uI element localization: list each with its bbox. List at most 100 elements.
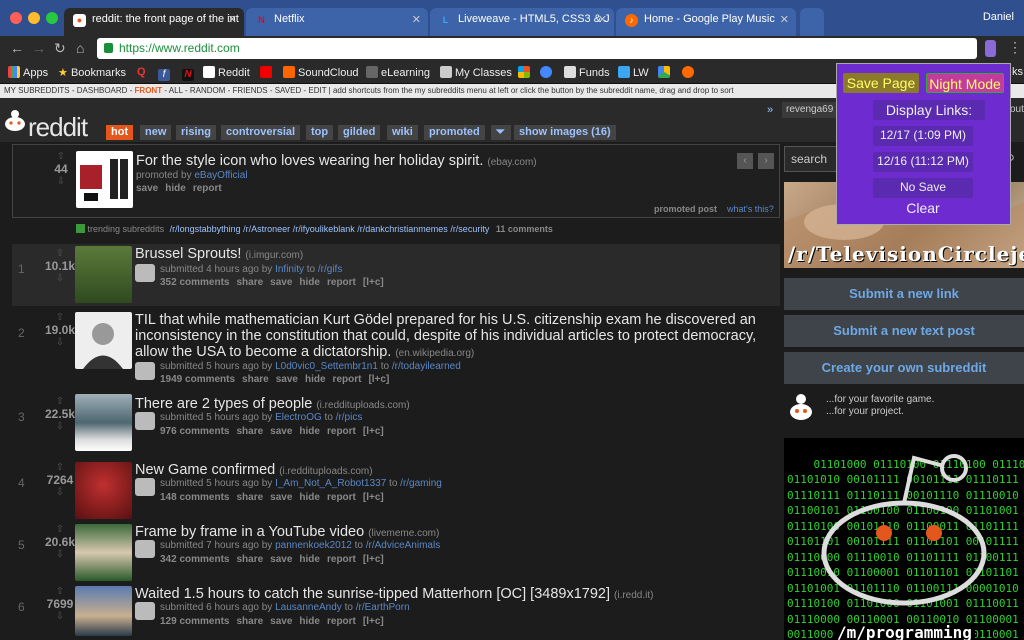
save-button[interactable]: save — [270, 426, 292, 437]
post-title-text[interactable]: Waited 1.5 hours to catch the sunrise-ti… — [135, 586, 610, 602]
bookmark-netflix[interactable]: N — [182, 66, 197, 81]
create-subreddit-button[interactable]: Create your own subreddit — [784, 352, 1024, 384]
hide-button[interactable]: hide — [299, 554, 320, 565]
bookmark-soundcloud[interactable]: SoundCloud — [283, 66, 359, 79]
reddit-logo[interactable]: reddit — [28, 112, 88, 143]
expand-media-icon[interactable] — [135, 412, 155, 430]
home-icon[interactable]: ⌂ — [76, 40, 84, 56]
comments-link[interactable]: 342 comments — [160, 554, 229, 565]
downvote-icon[interactable]: ⇩ — [40, 273, 80, 284]
share-button[interactable]: share — [242, 374, 269, 385]
bookmark-link[interactable] — [540, 66, 555, 79]
tab-top[interactable]: top — [306, 125, 334, 140]
promoted-by-user[interactable]: eBayOfficial — [194, 170, 247, 181]
share-button[interactable]: share — [236, 277, 263, 288]
hide-button[interactable]: hide — [299, 616, 320, 627]
post-subreddit[interactable]: /r/pics — [336, 412, 363, 423]
reload-icon[interactable]: ↻ — [54, 40, 66, 57]
trending-link[interactable]: /r/Astroneer — [243, 224, 290, 234]
logout-link[interactable]: out — [1010, 104, 1024, 115]
bookmark-funds[interactable]: Funds — [564, 66, 610, 79]
upvote-icon[interactable]: ⇧ — [40, 462, 80, 473]
share-button[interactable]: share — [236, 616, 263, 627]
bookmark-bookmarks[interactable]: ★ Bookmarks — [58, 66, 126, 79]
expand-text-icon[interactable] — [135, 362, 155, 380]
report-button[interactable]: report — [193, 183, 222, 194]
comments-link[interactable]: 352 comments — [160, 277, 229, 288]
report-button[interactable]: report — [327, 554, 356, 565]
comments-link[interactable]: 129 comments — [160, 616, 229, 627]
expand-media-icon[interactable] — [135, 264, 155, 282]
link-comments-button[interactable]: [l+c] — [363, 554, 384, 565]
share-button[interactable]: share — [236, 554, 263, 565]
post-title[interactable]: For the style icon who loves wearing her… — [136, 153, 776, 171]
tab-play-music[interactable]: ♪ Home - Google Play Music ✕ — [616, 8, 796, 36]
post-domain[interactable]: (i.reddituploads.com) — [279, 466, 372, 477]
report-button[interactable]: report — [327, 426, 356, 437]
comments-link[interactable]: 148 comments — [160, 492, 229, 503]
expand-media-icon[interactable] — [135, 602, 155, 620]
bookmark-microsoft[interactable] — [518, 66, 533, 79]
expand-sidebar-icon[interactable]: » — [767, 104, 773, 116]
bookmark-q[interactable]: Q — [137, 66, 146, 78]
report-button[interactable]: report — [333, 374, 362, 385]
bookmark-music[interactable] — [682, 66, 697, 79]
sr-prefix[interactable]: MY SUBREDDITS - DASHBOARD - — [4, 86, 132, 95]
hide-button[interactable]: hide — [165, 183, 186, 194]
post-title-text[interactable]: Brussel Sprouts! — [135, 246, 241, 262]
post-author[interactable]: I_Am_Not_A_Robot1337 — [275, 478, 386, 489]
downvote-icon[interactable]: ⇩ — [40, 549, 80, 560]
reddit-alien-icon[interactable] — [4, 106, 26, 134]
programming-multireddit[interactable]: 01101000 01110100 01110100 01110000 0110… — [784, 438, 1024, 640]
hide-button[interactable]: hide — [305, 374, 326, 385]
whats-this-link[interactable]: what's this? — [727, 204, 774, 214]
post-thumbnail[interactable] — [75, 246, 132, 303]
upvote-icon[interactable]: ⇧ — [41, 151, 81, 162]
post-domain[interactable]: (i.reddituploads.com) — [316, 400, 409, 411]
post-thumbnail[interactable] — [75, 312, 132, 369]
promoted-thumbnail[interactable] — [76, 151, 133, 208]
filter-icon[interactable]: ⏷ — [491, 125, 511, 140]
tab-new[interactable]: new — [140, 125, 172, 140]
close-tab-icon[interactable]: ✕ — [228, 13, 237, 26]
link-comments-button[interactable]: [l+c] — [363, 616, 384, 627]
post-subreddit[interactable]: /r/AdviceAnimals — [366, 540, 440, 551]
downvote-icon[interactable]: ⇩ — [41, 176, 81, 187]
link-comments-button[interactable]: [l+c] — [363, 492, 384, 503]
tab-rising[interactable]: rising — [176, 125, 216, 140]
clear-button[interactable]: Clear — [873, 198, 973, 218]
post-subreddit[interactable]: /r/gifs — [318, 264, 342, 275]
downvote-icon[interactable]: ⇩ — [40, 487, 80, 498]
post-author[interactable]: pannenkoek2012 — [275, 540, 352, 551]
upvote-icon[interactable]: ⇧ — [40, 312, 80, 323]
comments-link[interactable]: 1949 comments — [160, 374, 235, 385]
post-author[interactable]: Infinity — [275, 264, 304, 275]
maximize-window-icon[interactable] — [46, 12, 58, 24]
post-title-text[interactable]: New Game confirmed — [135, 462, 275, 478]
bookmark-youtube[interactable] — [260, 66, 275, 79]
new-tab-button[interactable] — [800, 8, 824, 36]
sr-front[interactable]: FRONT — [135, 86, 163, 95]
report-button[interactable]: report — [327, 277, 356, 288]
trending-link[interactable]: /r/longstabbything — [170, 224, 241, 234]
comments-link[interactable]: 976 comments — [160, 426, 229, 437]
link-comments-button[interactable]: [l+c] — [363, 426, 384, 437]
report-button[interactable]: report — [327, 492, 356, 503]
post-title-text[interactable]: Frame by frame in a YouTube video — [135, 524, 364, 540]
post-thumbnail[interactable] — [75, 394, 132, 451]
saved-link-2[interactable]: 12/16 (11:12 PM) — [873, 152, 973, 172]
bookmark-elearning[interactable]: eLearning — [366, 66, 430, 79]
close-window-icon[interactable] — [10, 12, 22, 24]
post-domain[interactable]: (en.wikipedia.org) — [395, 348, 474, 359]
hide-button[interactable]: hide — [299, 426, 320, 437]
save-button[interactable]: save — [276, 374, 298, 385]
username[interactable]: revenga69 — [786, 104, 833, 115]
tab-gilded[interactable]: gilded — [338, 125, 381, 140]
trending-link[interactable]: /r/dankchristianmemes — [357, 224, 448, 234]
upvote-icon[interactable]: ⇧ — [40, 248, 80, 259]
tab-promoted[interactable]: promoted — [424, 125, 485, 140]
post-thumbnail[interactable] — [75, 462, 132, 519]
upvote-icon[interactable]: ⇧ — [40, 396, 80, 407]
minimize-window-icon[interactable] — [28, 12, 40, 24]
trending-comments[interactable]: 11 comments — [496, 224, 553, 234]
